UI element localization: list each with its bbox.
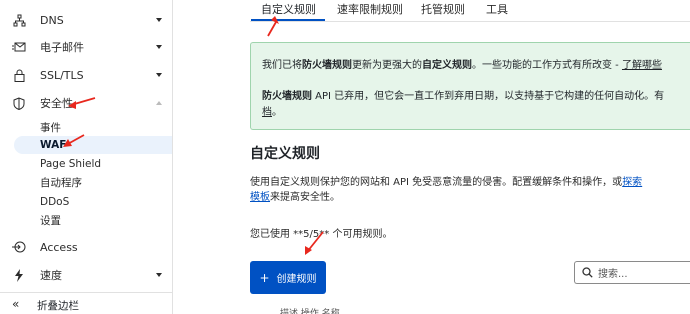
banner-bold-text: 防火墙规则 [262,91,312,102]
sidebar-subitem-settings[interactable]: 设置 [40,213,61,229]
sidebar-item-label: DNS [40,13,64,27]
section-description: 使用自定义规则保护您的网站和 API 免受恶意流量的侵害。配置缓解条件和操作，或… [250,173,642,188]
description-text: 来提高安全性。 [270,192,340,203]
shield-icon [12,96,26,110]
create-rule-label: 创建规则 [276,274,317,285]
banner-text: API 已弃用，但它会一直工作到弃用日期，以支持基于它构建的任何自动化。有 [312,91,665,102]
templates-link[interactable]: 模板 [250,192,270,203]
tab-rate-limiting[interactable]: 速率限制规则 [337,1,403,17]
sidebar: DNS 电子邮件 SSL/TLS 安全性 事件 WAF Page Shield … [0,0,173,314]
tab-tools[interactable]: 工具 [486,1,508,17]
sidebar-subitem-ddos[interactable]: DDoS [40,194,69,210]
lock-icon [12,68,26,82]
section-description-cont: 模板来提高安全性。 [250,188,340,203]
chevron-down-icon [156,273,162,277]
annotation-arrow [267,21,277,37]
docs-link[interactable]: 档 [262,107,272,118]
learn-more-link[interactable]: 了解哪些 [622,60,662,71]
email-icon [12,40,26,54]
search-icon [582,267,593,278]
banner-text: 。一些功能的工作方式有所改变 - [472,60,622,71]
tab-managed-rules[interactable]: 托管规则 [421,1,465,17]
sidebar-item-security[interactable]: 安全性 [0,91,172,115]
sidebar-item-email[interactable]: 电子邮件 [0,35,172,59]
sidebar-item-label: Access [40,240,78,254]
plus-icon: + [259,270,270,285]
sidebar-subitem-events[interactable]: 事件 [40,120,61,136]
rules-usage-text: 您已使用 **5/5** 个可用规则。 [250,229,393,240]
chevron-down-icon [156,45,162,49]
description-text: 使用自定义规则保护您的网站和 API 免受恶意流量的侵害。配置缓解条件和操作，或 [250,177,623,188]
explore-link[interactable]: 探索 [622,177,642,188]
double-chevron-left-icon: « [12,297,20,311]
banner-text: 更新为更强大的 [352,60,422,71]
access-icon [12,240,26,254]
banner-text: 我们已将 [262,60,302,71]
sidebar-item-speed[interactable]: 速度 [0,263,172,287]
sidebar-item-ssl[interactable]: SSL/TLS [0,63,172,87]
sidebar-item-label: 速度 [40,269,62,282]
banner-text: 。 [272,107,282,118]
sidebar-subitem-bots[interactable]: 自动程序 [40,175,82,191]
chevron-down-icon [156,18,162,22]
search-placeholder: 搜索... [598,269,628,280]
section-title: 自定义规则 [250,146,320,162]
chevron-down-icon [156,73,162,77]
sidebar-subitem-page-shield[interactable]: Page Shield [40,156,101,172]
sidebar-item-dns[interactable]: DNS [0,8,172,32]
migration-notice-banner: 我们已将防火墙规则更新为更强大的自定义规则。一些功能的工作方式有所改变 - 了解… [250,42,690,130]
lightning-icon [12,268,26,282]
tab-divider [250,21,690,22]
annotation-arrowhead [305,246,312,255]
banner-bold-text: 防火墙规则 [302,60,352,71]
sidebar-subitem-waf[interactable]: WAF [40,137,66,153]
collapse-label: 折叠边栏 [37,300,79,312]
network-icon [12,13,26,27]
tab-custom-rules[interactable]: 自定义规则 [261,1,316,17]
create-rule-button[interactable]: + 创建规则 [250,261,326,294]
sidebar-active-highlight [14,136,172,154]
table-header-partial: 描述 操作 名称 [280,309,340,314]
sidebar-item-label: SSL/TLS [40,68,84,82]
chevron-up-icon [156,101,162,105]
banner-bold-text: 自定义规则 [422,60,472,71]
sidebar-item-label: 安全性 [40,97,73,110]
search-input[interactable]: 搜索... [574,261,690,284]
collapse-sidebar-button[interactable]: « 折叠边栏 [0,292,172,314]
sidebar-item-access[interactable]: Access [0,235,172,259]
sidebar-item-label: 电子邮件 [40,41,84,54]
